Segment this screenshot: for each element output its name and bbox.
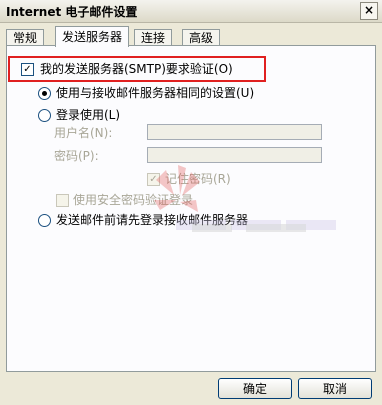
username-label: 用户名(N): <box>54 126 113 140</box>
login-with-radio[interactable] <box>38 109 51 122</box>
same-settings-label: 使用与接收邮件服务器相同的设置(U) <box>56 86 255 100</box>
login-with-label: 登录使用(L) <box>56 108 121 122</box>
title-bar: Internet 电子邮件设置 × <box>0 0 382 23</box>
smtp-auth-highlight-box <box>8 56 266 82</box>
window-title: Internet 电子邮件设置 <box>6 5 138 19</box>
tab-outgoing-server[interactable]: 发送服务器 <box>55 26 130 47</box>
ok-button[interactable]: 确定 <box>218 378 292 399</box>
spa-checkbox[interactable] <box>56 194 69 207</box>
close-icon[interactable]: × <box>360 2 378 20</box>
tab-connection[interactable]: 连接 <box>134 29 173 46</box>
username-field[interactable] <box>147 124 322 140</box>
login-before-send-radio[interactable] <box>38 214 51 227</box>
cancel-button[interactable]: 取消 <box>298 378 372 399</box>
password-label: 密码(P): <box>54 149 99 163</box>
tab-general[interactable]: 常规 <box>6 29 45 46</box>
watermark-logo <box>154 165 336 232</box>
tab-advanced[interactable]: 高级 <box>182 29 221 46</box>
same-settings-radio[interactable] <box>38 87 51 100</box>
